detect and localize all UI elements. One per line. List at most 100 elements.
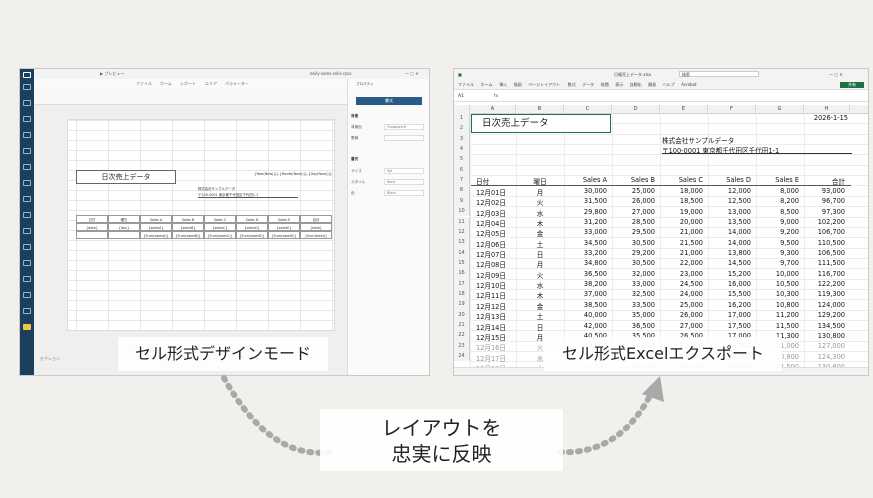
column-header-B[interactable]: B — [516, 105, 564, 113]
data-cell[interactable]: 12,500 — [708, 197, 751, 205]
data-cell[interactable]: 25,000 — [660, 301, 703, 309]
column-header-F[interactable]: F — [708, 105, 756, 113]
data-cell[interactable]: 13,000 — [708, 208, 751, 216]
ribbon-tab-3[interactable]: 描画 — [514, 82, 522, 88]
data-cell[interactable]: 12月01日 — [476, 187, 506, 197]
design-table[interactable]: 日付 曜日 Sales A Sales B Sales C Sales D Sales E合… — [76, 215, 332, 241]
style-field[interactable]: None — [384, 179, 424, 185]
data-cell[interactable]: 11,500 — [756, 322, 799, 330]
menu-home[interactable]: ホーム — [160, 81, 172, 87]
row-header[interactable]: 2 — [454, 123, 470, 134]
data-cell[interactable]: 木 — [516, 218, 564, 228]
row-header[interactable]: 5 — [454, 154, 470, 165]
tool-icon[interactable] — [23, 148, 31, 154]
data-cell[interactable]: 19,000 — [660, 208, 703, 216]
data-cell[interactable]: 134,500 — [804, 322, 845, 330]
menu-area[interactable]: エリア — [205, 81, 217, 87]
tab-property[interactable]: プロパティ — [356, 82, 374, 87]
ribbon-tab-10[interactable]: 開発 — [648, 82, 656, 88]
tool-icon[interactable] — [23, 228, 31, 234]
share-button[interactable]: 共有 — [840, 82, 864, 88]
data-cell[interactable]: 10,300 — [756, 290, 799, 298]
row-header[interactable]: 15 — [454, 257, 470, 269]
data-cell[interactable]: 12月02日 — [476, 197, 506, 207]
data-cell[interactable]: 106,500 — [804, 249, 845, 257]
row-header[interactable]: 1 — [454, 113, 470, 124]
data-cell[interactable]: 16,000 — [708, 280, 751, 288]
data-cell[interactable]: 14,000 — [708, 228, 751, 236]
data-cell[interactable]: 10,800 — [756, 301, 799, 309]
data-cell[interactable]: 33,200 — [564, 249, 607, 257]
color-field[interactable]: Black — [384, 190, 424, 196]
row-header[interactable]: 18 — [454, 288, 470, 300]
tool-icon[interactable] — [23, 308, 31, 314]
data-cell[interactable]: 12月04日 — [476, 218, 506, 228]
design-table-cell[interactable]: {salesB} — [172, 223, 204, 231]
design-table-cell[interactable]: 曜日 — [108, 215, 140, 223]
data-cell[interactable]: 106,700 — [804, 228, 845, 236]
tool-icon[interactable] — [23, 180, 31, 186]
column-header-E[interactable]: E — [660, 105, 708, 113]
size-field[interactable]: 9pt — [384, 168, 424, 174]
data-cell[interactable]: 38,200 — [564, 280, 607, 288]
design-table-cell[interactable]: {Sum(salesD)} — [236, 231, 268, 239]
data-cell[interactable]: 29,500 — [612, 228, 655, 236]
column-header-G[interactable]: G — [756, 105, 804, 113]
row-header[interactable]: 12 — [454, 226, 470, 238]
data-cell[interactable]: 15,500 — [708, 290, 751, 298]
data-cell[interactable]: 111,500 — [804, 259, 845, 267]
ribbon-tab-1[interactable]: ホーム — [481, 82, 493, 88]
row-header[interactable]: 11 — [454, 216, 470, 227]
row-header[interactable]: 13 — [454, 237, 470, 248]
data-cell[interactable]: 116,700 — [804, 270, 845, 278]
preview-button[interactable]: ▶ プレビュー — [100, 71, 124, 77]
data-cell[interactable]: 93,000 — [804, 187, 845, 195]
data-cell[interactable]: 金 — [516, 301, 564, 311]
data-cell[interactable]: 18,500 — [660, 197, 703, 205]
data-cell[interactable]: 122,200 — [804, 280, 845, 288]
data-cell[interactable]: 12月16日 — [476, 342, 506, 352]
ribbon-tab-0[interactable]: ファイル — [458, 82, 474, 88]
data-cell[interactable]: 火 — [516, 270, 564, 280]
design-table-cell[interactable]: {total} — [300, 223, 332, 231]
column-header-H[interactable]: H — [804, 105, 850, 113]
data-cell[interactable]: 13,800 — [708, 249, 751, 257]
data-cell[interactable]: 23,000 — [660, 270, 703, 278]
row-header[interactable]: 7 — [454, 175, 470, 186]
data-cell[interactable]: 12月07日 — [476, 249, 506, 259]
data-cell[interactable]: 124,000 — [804, 301, 845, 309]
data-cell[interactable]: 8,200 — [756, 197, 799, 205]
data-cell[interactable]: 21,000 — [660, 249, 703, 257]
header-cell-2[interactable]: Sales A — [564, 176, 607, 184]
data-cell[interactable]: 27,000 — [660, 322, 703, 330]
data-cell[interactable]: 27,000 — [612, 208, 655, 216]
data-cell[interactable]: 9,500 — [756, 239, 799, 247]
data-cell[interactable]: 37,000 — [564, 290, 607, 298]
design-table-cell[interactable]: Sales B — [172, 215, 204, 223]
format-button[interactable]: 書式 — [356, 97, 422, 105]
data-cell[interactable]: 12,000 — [708, 187, 751, 195]
title-cell[interactable]: 日次売上データ — [76, 170, 176, 184]
data-cell[interactable]: 35,000 — [612, 311, 655, 319]
data-cell[interactable]: 9,200 — [756, 228, 799, 236]
ribbon-tab-5[interactable]: 数式 — [568, 82, 576, 88]
data-cell[interactable]: 水 — [516, 208, 564, 218]
select-all-corner[interactable] — [454, 105, 470, 113]
bg-field[interactable]: Transparent — [384, 124, 424, 130]
tool-icon[interactable] — [23, 196, 31, 202]
tool-icon[interactable] — [23, 132, 31, 138]
data-cell[interactable]: 25,000 — [612, 187, 655, 195]
data-cell[interactable]: 124,300 — [804, 353, 845, 361]
data-cell[interactable]: 15,200 — [708, 270, 751, 278]
data-cell[interactable]: 31,200 — [564, 218, 607, 226]
data-cell[interactable]: 11,200 — [756, 311, 799, 319]
tool-icon[interactable] — [23, 116, 31, 122]
data-cell[interactable]: 29,800 — [564, 208, 607, 216]
data-cell[interactable]: 9,000 — [756, 218, 799, 226]
row-header[interactable]: 6 — [454, 164, 470, 176]
row-header[interactable]: 23 — [454, 340, 470, 352]
data-cell[interactable]: 12月15日 — [476, 332, 506, 342]
data-cell[interactable]: 38,500 — [564, 301, 607, 309]
data-cell[interactable]: 20,000 — [660, 218, 703, 226]
menu-parameter[interactable]: パラメーター — [225, 81, 249, 87]
